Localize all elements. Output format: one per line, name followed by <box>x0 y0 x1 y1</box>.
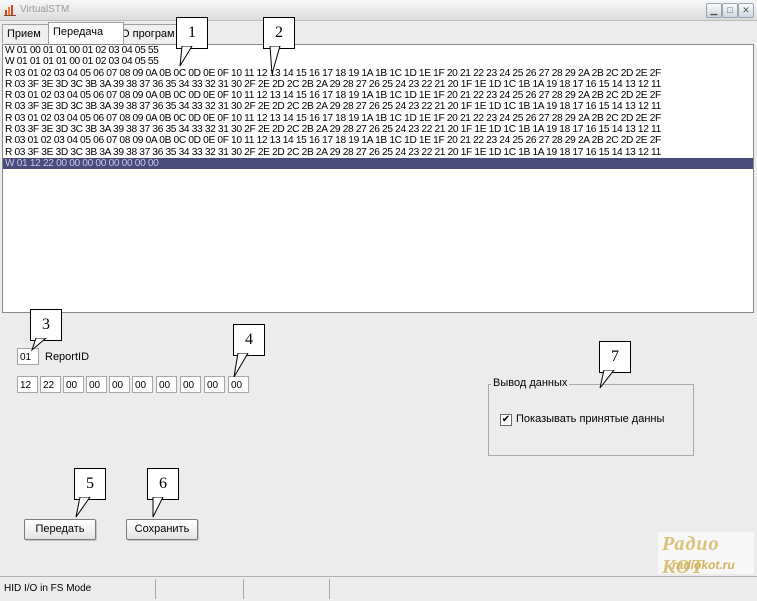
log-line[interactable]: R 03 3F 3E 3D 3C 3B 3A 39 38 37 36 35 34… <box>3 79 753 90</box>
minimize-icon: ▁ <box>710 5 718 15</box>
show-received-label: Показывать принятые данны <box>516 413 665 425</box>
callout-1-pointer <box>179 46 193 67</box>
log-line[interactable]: R 03 3F 3E 3D 3C 3B 3A 39 38 37 36 35 34… <box>3 101 753 112</box>
data-log[interactable]: W 01 00 01 01 00 01 02 03 04 05 55 W 01 0… <box>2 44 754 313</box>
callout-6-pointer <box>152 497 164 518</box>
byte-input-5[interactable]: 00 <box>132 376 153 393</box>
byte-input-7[interactable]: 00 <box>180 376 201 393</box>
byte-input-1[interactable]: 22 <box>40 376 61 393</box>
callout-2-pointer <box>269 46 281 75</box>
callout-3: 3 <box>30 309 62 341</box>
window-title: VirtualSTM <box>20 4 70 15</box>
close-icon: ✕ <box>742 5 750 15</box>
send-button[interactable]: Передать <box>24 519 96 540</box>
callout-6: 6 <box>147 468 179 500</box>
byte-input-6[interactable]: 00 <box>156 376 177 393</box>
maximize-button[interactable]: □ <box>722 3 738 18</box>
callout-2: 2 <box>263 17 295 49</box>
status-cell-3 <box>244 579 330 599</box>
tab-transmit[interactable]: Передача <box>48 22 124 44</box>
status-mode: HID I/O in FS Mode <box>0 579 156 599</box>
log-line[interactable]: R 03 01 02 03 04 05 06 07 08 09 0A 0B 0C… <box>3 90 753 101</box>
byte-input-4[interactable]: 00 <box>109 376 130 393</box>
byte-input-0[interactable]: 12 <box>17 376 38 393</box>
log-line[interactable]: R 03 01 02 03 04 05 06 07 08 09 0A 0B 0C… <box>3 113 753 124</box>
callout-4-pointer <box>233 353 249 378</box>
tab-about[interactable]: О програм <box>116 24 184 43</box>
byte-input-3[interactable]: 00 <box>86 376 107 393</box>
show-received-checkbox[interactable]: ✔ <box>500 414 512 426</box>
status-bar: HID I/O in FS Mode <box>0 576 757 601</box>
log-line[interactable]: R 03 01 02 03 04 05 06 07 08 09 0A 0B 0C… <box>3 68 753 79</box>
output-group-title: Вывод данных <box>491 377 570 389</box>
app-icon <box>4 5 16 16</box>
maximize-icon: □ <box>727 5 733 15</box>
watermark-title: Радио КОТ <box>662 533 720 578</box>
callout-7: 7 <box>599 341 631 373</box>
close-button[interactable]: ✕ <box>738 3 754 18</box>
minimize-button[interactable]: ▁ <box>706 3 722 18</box>
callout-5: 5 <box>74 468 106 500</box>
callout-4: 4 <box>233 324 265 356</box>
watermark-url: radiokot.ru <box>672 558 735 572</box>
log-line[interactable]: R 03 3F 3E 3D 3C 3B 3A 39 38 37 36 35 34… <box>3 124 753 135</box>
report-id-label: ReportID <box>45 351 90 363</box>
log-line[interactable]: W 01 01 01 01 00 01 02 03 04 05 55 <box>3 56 753 67</box>
status-cell-2 <box>156 579 244 599</box>
title-bar: VirtualSTM ▁ □ ✕ <box>0 0 757 21</box>
callout-1: 1 <box>176 17 208 49</box>
callout-5-pointer <box>75 497 91 518</box>
log-line[interactable]: W 01 12 22 00 00 00 00 00 00 00 00 <box>3 157 753 170</box>
save-button[interactable]: Сохранить <box>126 519 198 540</box>
checkmark-icon: ✔ <box>501 414 511 425</box>
callout-3-pointer <box>30 338 47 352</box>
byte-input-2[interactable]: 00 <box>63 376 84 393</box>
log-line[interactable]: R 03 3F 3E 3D 3C 3B 3A 39 38 37 36 35 34… <box>3 147 753 158</box>
log-line[interactable]: W 01 00 01 01 00 01 02 03 04 05 55 <box>3 45 753 56</box>
callout-7-pointer <box>599 370 615 389</box>
log-line[interactable]: R 03 01 02 03 04 05 06 07 08 09 0A 0B 0C… <box>3 135 753 146</box>
byte-input-8[interactable]: 00 <box>204 376 225 393</box>
